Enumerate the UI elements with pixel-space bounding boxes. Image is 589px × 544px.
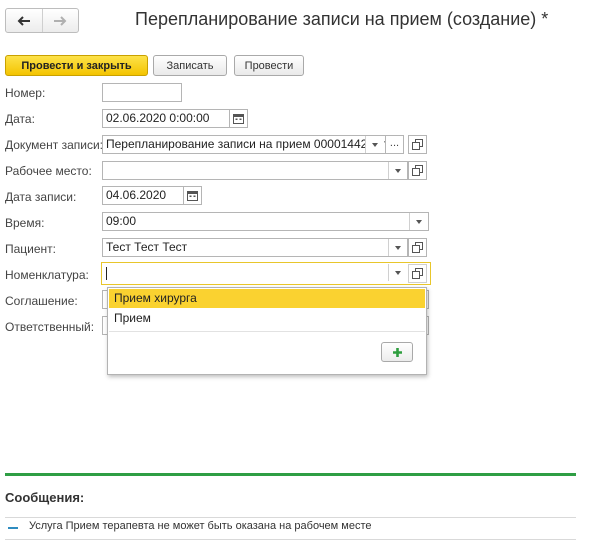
document-dropdown-button[interactable]	[365, 136, 384, 153]
open-form-icon	[412, 139, 423, 150]
text-caret	[106, 267, 107, 280]
number-label: Номер:	[5, 86, 46, 100]
patient-open-button[interactable]	[408, 238, 427, 257]
date-field[interactable]: 02.06.2020 0:00:00	[102, 109, 230, 128]
nav-buttons	[5, 8, 79, 33]
forward-arrow-icon	[54, 15, 67, 26]
chevron-down-icon	[372, 142, 378, 147]
save-button[interactable]: Записать	[153, 55, 227, 76]
open-form-icon	[412, 268, 423, 279]
chevron-down-icon	[395, 168, 401, 173]
patient-field[interactable]: Тест Тест Тест	[102, 238, 408, 257]
patient-dropdown-button[interactable]	[388, 239, 407, 256]
chevron-down-icon	[395, 245, 401, 250]
workplace-dropdown-button[interactable]	[388, 162, 407, 179]
dropdown-add-button[interactable]	[381, 342, 413, 362]
nomenclature-dropdown-button[interactable]	[388, 264, 407, 281]
back-arrow-icon	[17, 15, 30, 26]
workplace-label: Рабочее место:	[5, 164, 92, 178]
message-dash-icon	[8, 527, 18, 529]
plus-icon	[392, 347, 402, 357]
time-field[interactable]: 09:00	[102, 212, 429, 231]
page-title: Перепланирование записи на прием (создан…	[135, 9, 549, 29]
number-field[interactable]	[102, 83, 182, 102]
post-button[interactable]: Провести	[234, 55, 304, 76]
record-date-calendar-button[interactable]	[183, 186, 202, 205]
calendar-icon	[187, 191, 198, 201]
date-label: Дата:	[5, 112, 35, 126]
calendar-icon	[233, 114, 244, 124]
dropdown-item-appointment[interactable]: Прием	[109, 309, 425, 328]
workplace-open-button[interactable]	[408, 161, 427, 180]
document-select-button[interactable]: ...	[385, 135, 404, 154]
workplace-field[interactable]	[102, 161, 408, 180]
responsible-label: Ответственный:	[5, 320, 95, 334]
more-label: ...	[389, 136, 400, 149]
date-calendar-button[interactable]	[229, 109, 248, 128]
record-date-field[interactable]: 04.06.2020	[102, 186, 184, 205]
open-form-icon	[412, 165, 423, 176]
open-form-icon	[412, 242, 423, 253]
time-label: Время:	[5, 216, 45, 230]
nomenclature-field[interactable]	[101, 262, 431, 285]
agreement-label: Соглашение:	[5, 294, 78, 308]
document-label: Документ записи:	[5, 138, 103, 152]
dropdown-item-surgeon[interactable]: Прием хирурга	[109, 289, 425, 308]
messages-separator	[5, 473, 576, 476]
back-button[interactable]	[6, 9, 42, 32]
messages-header: Сообщения:	[5, 490, 85, 505]
dropdown-divider	[109, 331, 425, 332]
post-and-close-button[interactable]: Провести и закрыть	[5, 55, 148, 76]
time-dropdown-button[interactable]	[409, 213, 428, 230]
document-open-button[interactable]	[408, 135, 427, 154]
message-item[interactable]: Услуга Прием терапевта не может быть ока…	[29, 520, 372, 532]
patient-label: Пациент:	[5, 242, 57, 256]
nomenclature-dropdown-list: Прием хирурга Прием	[107, 287, 427, 375]
nomenclature-open-button[interactable]	[408, 264, 427, 283]
document-field[interactable]: Перепланирование записи на прием 0000144…	[102, 135, 386, 154]
chevron-down-icon	[395, 270, 401, 275]
chevron-down-icon	[416, 219, 422, 224]
record-date-label: Дата записи:	[5, 190, 77, 204]
nomenclature-label: Номенклатура:	[5, 268, 89, 282]
forward-button[interactable]	[41, 9, 79, 32]
